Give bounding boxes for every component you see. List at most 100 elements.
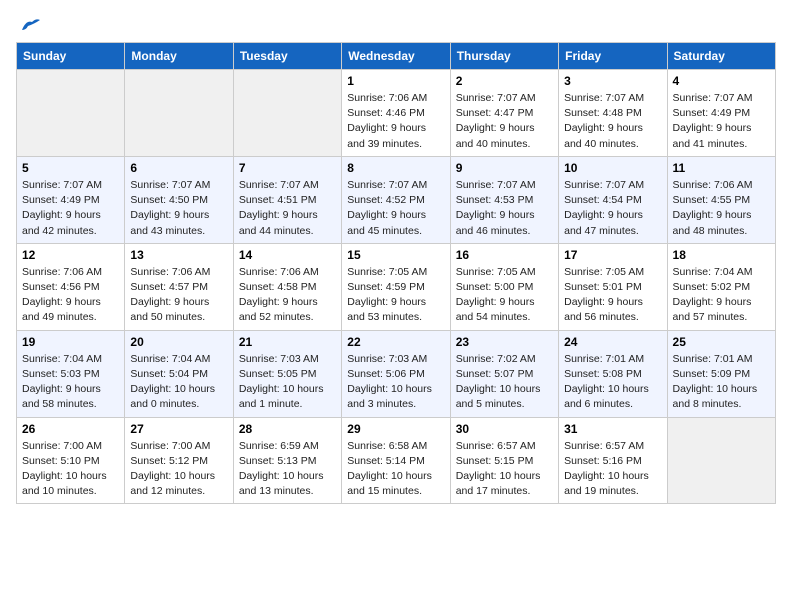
day-header-friday: Friday [559,43,667,70]
logo [16,16,40,30]
cell-info: Sunrise: 7:00 AM Sunset: 5:12 PM Dayligh… [130,439,227,500]
calendar-cell: 24 Sunrise: 7:01 AM Sunset: 5:08 PM Dayli… [559,330,667,417]
calendar-cell: 21 Sunrise: 7:03 AM Sunset: 5:05 PM Dayli… [233,330,341,417]
calendar-cell: 15 Sunrise: 7:05 AM Sunset: 4:59 PM Dayli… [342,243,450,330]
cell-info: Sunrise: 7:07 AM Sunset: 4:49 PM Dayligh… [673,91,770,152]
calendar-cell: 18 Sunrise: 7:04 AM Sunset: 5:02 PM Dayli… [667,243,775,330]
calendar-cell: 30Sunrise: 6:57 AM Sunset: 5:15 PM Dayli… [450,417,558,504]
cell-info: Sunrise: 7:04 AM Sunset: 5:03 PM Dayligh… [22,352,119,413]
cell-info: Sunrise: 7:05 AM Sunset: 4:59 PM Dayligh… [347,265,444,326]
calendar-cell: 1 Sunrise: 7:06 AM Sunset: 4:46 PM Daylig… [342,70,450,157]
date-number: 5 [22,161,119,175]
day-header-thursday: Thursday [450,43,558,70]
cell-info: Sunrise: 7:06 AM Sunset: 4:55 PM Dayligh… [673,178,770,239]
cell-info: Sunrise: 7:06 AM Sunset: 4:56 PM Dayligh… [22,265,119,326]
calendar-cell: 8 Sunrise: 7:07 AM Sunset: 4:52 PM Daylig… [342,156,450,243]
date-number: 1 [347,74,444,88]
calendar-cell: 14 Sunrise: 7:06 AM Sunset: 4:58 PM Dayli… [233,243,341,330]
date-number: 4 [673,74,770,88]
cell-info: Sunrise: 7:04 AM Sunset: 5:02 PM Dayligh… [673,265,770,326]
date-number: 15 [347,248,444,262]
date-number: 27 [130,422,227,436]
date-number: 10 [564,161,661,175]
calendar-cell: 25 Sunrise: 7:01 AM Sunset: 5:09 PM Dayli… [667,330,775,417]
calendar-cell: 28Sunrise: 6:59 AM Sunset: 5:13 PM Dayli… [233,417,341,504]
date-number: 7 [239,161,336,175]
calendar-cell: 6 Sunrise: 7:07 AM Sunset: 4:50 PM Daylig… [125,156,233,243]
date-number: 17 [564,248,661,262]
date-number: 13 [130,248,227,262]
cell-info: Sunrise: 7:07 AM Sunset: 4:48 PM Dayligh… [564,91,661,152]
date-number: 31 [564,422,661,436]
page-header [16,16,776,30]
cell-info: Sunrise: 7:07 AM Sunset: 4:49 PM Dayligh… [22,178,119,239]
cell-info: Sunrise: 6:58 AM Sunset: 5:14 PM Dayligh… [347,439,444,500]
cell-info: Sunrise: 7:05 AM Sunset: 5:00 PM Dayligh… [456,265,553,326]
calendar-cell: 17 Sunrise: 7:05 AM Sunset: 5:01 PM Dayli… [559,243,667,330]
calendar-cell: 3 Sunrise: 7:07 AM Sunset: 4:48 PM Daylig… [559,70,667,157]
calendar-cell: 2Sunrise: 7:07 AM Sunset: 4:47 PM Daylig… [450,70,558,157]
calendar-cell: 7 Sunrise: 7:07 AM Sunset: 4:51 PM Daylig… [233,156,341,243]
date-number: 21 [239,335,336,349]
date-number: 25 [673,335,770,349]
calendar-cell: 12 Sunrise: 7:06 AM Sunset: 4:56 PM Dayli… [17,243,125,330]
date-number: 12 [22,248,119,262]
calendar-cell: 19 Sunrise: 7:04 AM Sunset: 5:03 PM Dayli… [17,330,125,417]
calendar-cell: 13 Sunrise: 7:06 AM Sunset: 4:57 PM Dayli… [125,243,233,330]
cell-info: Sunrise: 6:57 AM Sunset: 5:16 PM Dayligh… [564,439,661,500]
calendar-cell: 23 Sunrise: 7:02 AM Sunset: 5:07 PM Dayli… [450,330,558,417]
date-number: 3 [564,74,661,88]
cell-info: Sunrise: 7:00 AM Sunset: 5:10 PM Dayligh… [22,439,119,500]
cell-info: Sunrise: 7:01 AM Sunset: 5:09 PM Dayligh… [673,352,770,413]
cell-info: Sunrise: 7:06 AM Sunset: 4:46 PM Dayligh… [347,91,444,152]
calendar-cell: 10 Sunrise: 7:07 AM Sunset: 4:54 PM Dayli… [559,156,667,243]
calendar-cell: 31 Sunrise: 6:57 AM Sunset: 5:16 PM Dayli… [559,417,667,504]
date-number: 26 [22,422,119,436]
date-number: 29 [347,422,444,436]
calendar-table: SundayMondayTuesdayWednesdayThursdayFrid… [16,42,776,504]
calendar-cell [125,70,233,157]
cell-info: Sunrise: 7:02 AM Sunset: 5:07 PM Dayligh… [456,352,553,413]
calendar-cell [233,70,341,157]
day-header-monday: Monday [125,43,233,70]
logo-bird-icon [18,16,40,34]
calendar-cell: 9Sunrise: 7:07 AM Sunset: 4:53 PM Daylig… [450,156,558,243]
cell-info: Sunrise: 7:07 AM Sunset: 4:51 PM Dayligh… [239,178,336,239]
cell-info: Sunrise: 7:07 AM Sunset: 4:52 PM Dayligh… [347,178,444,239]
cell-info: Sunrise: 7:07 AM Sunset: 4:50 PM Dayligh… [130,178,227,239]
date-number: 20 [130,335,227,349]
calendar-cell: 26 Sunrise: 7:00 AM Sunset: 5:10 PM Dayli… [17,417,125,504]
cell-info: Sunrise: 7:03 AM Sunset: 5:05 PM Dayligh… [239,352,336,413]
cell-info: Sunrise: 7:05 AM Sunset: 5:01 PM Dayligh… [564,265,661,326]
cell-info: Sunrise: 7:01 AM Sunset: 5:08 PM Dayligh… [564,352,661,413]
cell-info: Sunrise: 7:03 AM Sunset: 5:06 PM Dayligh… [347,352,444,413]
calendar-cell: 4 Sunrise: 7:07 AM Sunset: 4:49 PM Daylig… [667,70,775,157]
cell-info: Sunrise: 7:06 AM Sunset: 4:58 PM Dayligh… [239,265,336,326]
date-number: 19 [22,335,119,349]
day-header-sunday: Sunday [17,43,125,70]
date-number: 11 [673,161,770,175]
date-number: 30 [456,422,553,436]
date-number: 16 [456,248,553,262]
date-number: 22 [347,335,444,349]
cell-info: Sunrise: 7:07 AM Sunset: 4:54 PM Dayligh… [564,178,661,239]
calendar-cell: 20Sunrise: 7:04 AM Sunset: 5:04 PM Dayli… [125,330,233,417]
calendar-cell: 5 Sunrise: 7:07 AM Sunset: 4:49 PM Daylig… [17,156,125,243]
date-number: 23 [456,335,553,349]
date-number: 14 [239,248,336,262]
cell-info: Sunrise: 7:07 AM Sunset: 4:47 PM Dayligh… [456,91,553,152]
date-number: 6 [130,161,227,175]
day-header-saturday: Saturday [667,43,775,70]
calendar-cell: 11 Sunrise: 7:06 AM Sunset: 4:55 PM Dayli… [667,156,775,243]
date-number: 8 [347,161,444,175]
calendar-cell [667,417,775,504]
calendar-cell: 22 Sunrise: 7:03 AM Sunset: 5:06 PM Dayli… [342,330,450,417]
cell-info: Sunrise: 7:07 AM Sunset: 4:53 PM Dayligh… [456,178,553,239]
cell-info: Sunrise: 7:06 AM Sunset: 4:57 PM Dayligh… [130,265,227,326]
day-header-tuesday: Tuesday [233,43,341,70]
date-number: 18 [673,248,770,262]
day-header-wednesday: Wednesday [342,43,450,70]
date-number: 24 [564,335,661,349]
calendar-cell [17,70,125,157]
calendar-cell: 27 Sunrise: 7:00 AM Sunset: 5:12 PM Dayli… [125,417,233,504]
